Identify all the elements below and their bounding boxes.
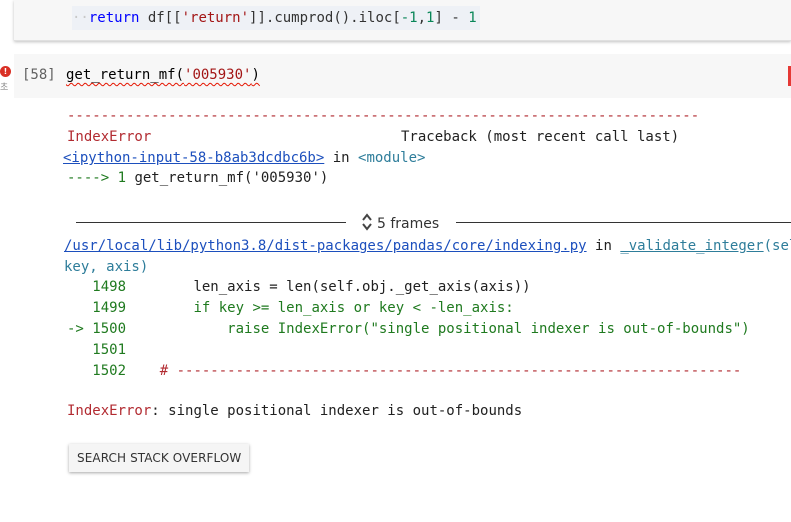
file-link[interactable]: /usr/local/lib/python3.8/dist-packages/p…: [64, 238, 587, 254]
final-error-message: : single positional indexer is out-of-bo…: [151, 403, 523, 419]
input-location-line: <ipython-input-58-b8ab3dcdbc6b> in <modu…: [63, 148, 425, 168]
indent-guide: ··: [72, 10, 89, 26]
arrow-line: ----> 1 get_return_mf('005930'): [67, 168, 328, 188]
number-token: 1: [468, 10, 477, 26]
line-number: 1498: [67, 279, 127, 295]
search-stack-overflow-button[interactable]: SEARCH STACK OVERFLOW: [69, 444, 250, 472]
frames-label: 5 frames: [377, 216, 440, 232]
execution-count[interactable]: [58]: [22, 67, 56, 83]
function-link[interactable]: _validate_integer: [620, 238, 763, 254]
traceback-header: Traceback (most recent call last): [401, 129, 680, 145]
cell-output: ----------------------------------------…: [63, 106, 791, 202]
in-word: in: [324, 150, 359, 166]
line-number: 1502: [67, 363, 127, 379]
line-code: if key >= len_axis or key < -len_axis:: [126, 300, 514, 316]
cell-code-line[interactable]: get_return_mf('005930'): [66, 67, 260, 83]
error-badge-icon[interactable]: !: [0, 66, 11, 77]
in-word: in: [586, 238, 621, 254]
source-line: 1502 # ---------------------------------…: [67, 361, 741, 381]
frames-divider-right: [456, 222, 791, 223]
traceback-header-line: IndexError Traceback (most recent call la…: [67, 127, 679, 147]
function-args: (self,: [763, 238, 791, 254]
number-token: -1: [400, 10, 418, 26]
code-token: ,: [417, 10, 427, 26]
separator-line: ----------------------------------------…: [67, 108, 700, 124]
final-error-line: IndexError: single positional indexer is…: [67, 401, 522, 421]
line-number: 1499: [67, 300, 127, 316]
previous-cell-code-line[interactable]: ··return df[['return']].cumprod().iloc[-…: [72, 6, 480, 30]
source-line: 1499 if key >= len_axis or key < -len_ax…: [67, 298, 514, 318]
frames-divider-left: [76, 222, 346, 223]
expand-frames-button[interactable]: 5 frames: [361, 212, 439, 234]
previous-code-cell[interactable]: ··return df[['return']].cumprod().iloc[-…: [14, 0, 791, 41]
source-line: 1501: [67, 340, 126, 360]
frame-location-line: /usr/local/lib/python3.8/dist-packages/p…: [64, 236, 791, 256]
error-type: IndexError: [67, 129, 152, 145]
arrow-code: get_return_mf('005930'): [134, 170, 329, 186]
source-line: 1498 len_axis = len(self.obj._get_axis(a…: [67, 277, 531, 297]
final-error: IndexError: single positional indexer is…: [67, 401, 791, 449]
line-code: len_axis = len(self.obj._get_axis(axis)): [126, 279, 531, 295]
unfold-icon: [362, 213, 372, 231]
line-number: -> 1500: [67, 321, 127, 337]
source-lines: 1498 len_axis = len(self.obj._get_axis(a…: [67, 277, 791, 389]
module-name: <module>: [358, 150, 426, 166]
string-token: 'return': [181, 10, 250, 26]
string-argument: '005930': [184, 67, 252, 83]
collapsed-frames: 5 frames: [76, 212, 791, 234]
code-token: ]: [434, 10, 443, 26]
line-code: # --------------------------------------…: [126, 363, 742, 379]
final-error-type: IndexError: [67, 403, 152, 419]
code-token: -: [442, 10, 469, 26]
source-line-current: -> 1500 raise IndexError("single positio…: [67, 319, 750, 339]
function-args-continued: key, axis): [64, 259, 149, 275]
code-token: ]].cumprod().iloc[: [249, 10, 401, 26]
line-code: raise IndexError("single positional inde…: [126, 321, 750, 337]
input-link[interactable]: <ipython-input-58-b8ab3dcdbc6b>: [63, 150, 324, 166]
colab-notebook: ··return df[['return']].cumprod().iloc[-…: [0, 0, 791, 522]
code-cell[interactable]: ! 초 [58] get_return_mf('005930'): [0, 54, 791, 98]
code-func-call: get_return_mf('005930'): [66, 67, 260, 83]
close-paren: ): [251, 67, 260, 83]
function-name: get_return_mf(: [66, 67, 185, 83]
line-number: 1501: [67, 342, 127, 358]
code-token: df[[: [139, 10, 182, 26]
return-keyword: return: [88, 10, 140, 26]
arrow-prefix: ----> 1: [67, 170, 135, 186]
execution-time: 초: [0, 83, 9, 93]
